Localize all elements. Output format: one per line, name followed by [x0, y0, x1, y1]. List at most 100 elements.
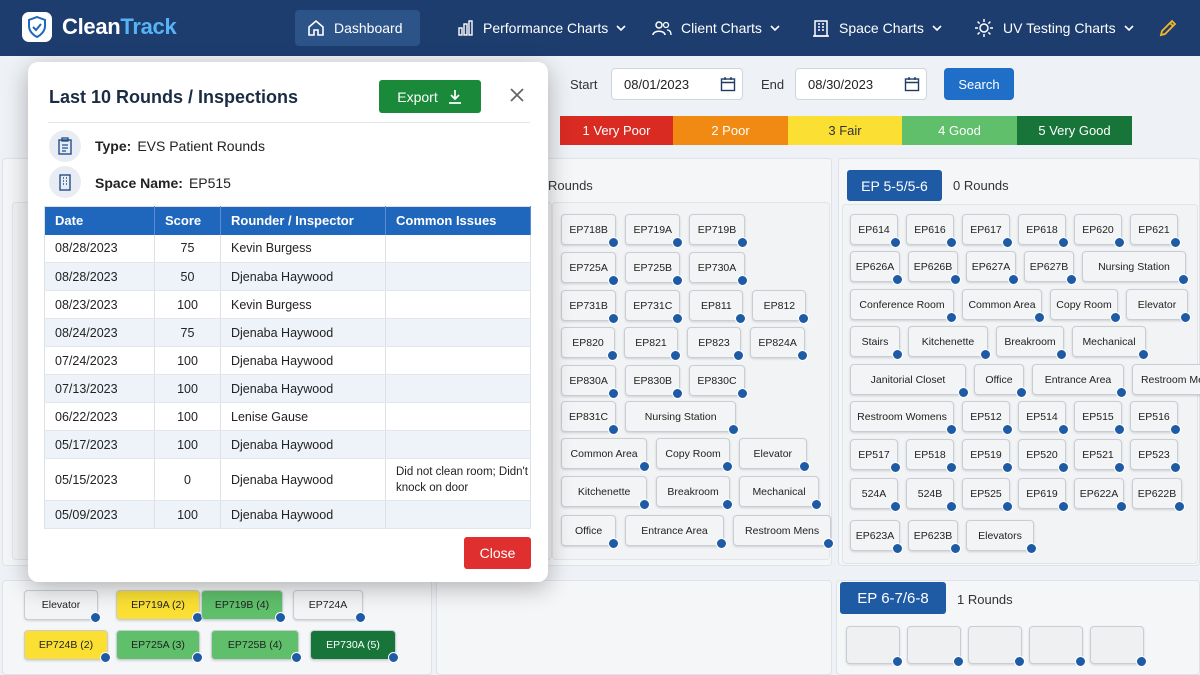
room-chip[interactable]: EP514: [1018, 401, 1069, 435]
room-chip[interactable]: Copy Room: [1050, 289, 1121, 323]
room-chip[interactable]: EP821: [624, 327, 681, 361]
col-inspector[interactable]: Rounder / Inspector: [220, 206, 386, 235]
empty-room-tile[interactable]: [1029, 626, 1086, 667]
room-chip[interactable]: Elevator: [739, 438, 810, 472]
room-chip[interactable]: EP627B: [1024, 251, 1077, 285]
col-issues[interactable]: Common Issues: [385, 206, 531, 235]
room-chip[interactable]: Breakroom: [656, 476, 733, 510]
room-chip[interactable]: EP614: [850, 214, 901, 248]
room-chip[interactable]: EP812: [752, 290, 810, 324]
room-chip[interactable]: EP731B: [561, 290, 620, 324]
room-chip[interactable]: Nursing Station: [1082, 251, 1189, 285]
room-chip[interactable]: EP623A: [850, 520, 903, 554]
room-chip[interactable]: Office: [561, 515, 620, 549]
room-chip[interactable]: EP523: [1130, 439, 1181, 473]
room-chip[interactable]: EP731C: [625, 290, 684, 324]
room-chip[interactable]: EP626A: [850, 251, 903, 285]
room-chip[interactable]: EP831C: [561, 401, 620, 435]
rated-room-chip[interactable]: EP725A (3): [116, 630, 203, 663]
end-date-input[interactable]: 08/30/2023: [795, 68, 927, 100]
table-row[interactable]: 06/22/2023 100 Lenise Gause: [44, 402, 531, 431]
room-chip[interactable]: EP516: [1130, 401, 1181, 435]
table-row[interactable]: 05/09/2023 100 Djenaba Haywood: [44, 500, 531, 529]
room-chip[interactable]: Janitorial Closet: [850, 364, 969, 398]
room-chip[interactable]: Entrance Area: [625, 515, 727, 549]
room-chip[interactable]: Mechanical: [1072, 326, 1149, 360]
close-button[interactable]: Close: [464, 537, 531, 569]
room-chip[interactable]: Kitchenette: [561, 476, 651, 510]
rated-room-chip[interactable]: EP725B (4): [211, 630, 302, 663]
room-chip[interactable]: EP622A: [1074, 478, 1127, 512]
room-chip[interactable]: EP517: [850, 439, 901, 473]
table-row[interactable]: 07/13/2023 100 Djenaba Haywood: [44, 374, 531, 403]
export-button[interactable]: Export: [379, 80, 481, 113]
room-chip[interactable]: EP719B: [689, 214, 748, 248]
ep55-tag[interactable]: EP 5-5/5-6: [847, 170, 942, 201]
empty-room-tile[interactable]: [907, 626, 964, 667]
table-row[interactable]: 08/28/2023 75 Kevin Burgess: [44, 234, 531, 263]
room-chip[interactable]: EP520: [1018, 439, 1069, 473]
room-chip[interactable]: EP622B: [1132, 478, 1185, 512]
room-chip[interactable]: EP618: [1018, 214, 1069, 248]
empty-room-tile[interactable]: [1090, 626, 1147, 667]
ep67-tag[interactable]: EP 6-7/6-8: [840, 582, 946, 614]
room-chip[interactable]: Restroom Mens: [1132, 364, 1200, 395]
rated-room-chip[interactable]: EP719A (2): [116, 590, 203, 623]
calendar-icon[interactable]: [904, 76, 920, 92]
table-row[interactable]: 08/28/2023 50 Djenaba Haywood: [44, 262, 531, 291]
room-chip[interactable]: EP824A: [750, 327, 809, 361]
room-chip[interactable]: EP623B: [908, 520, 961, 554]
table-row[interactable]: 08/23/2023 100 Kevin Burgess: [44, 290, 531, 319]
room-chip[interactable]: EP718B: [561, 214, 620, 248]
room-chip[interactable]: EP725B: [625, 252, 684, 286]
empty-room-tile[interactable]: [968, 626, 1025, 667]
app-logo[interactable]: CleanTrack: [22, 12, 177, 42]
room-chip[interactable]: Elevators: [966, 520, 1037, 554]
room-chip[interactable]: Mechanical: [739, 476, 822, 510]
close-icon[interactable]: [509, 87, 525, 103]
nav-dashboard[interactable]: Dashboard: [295, 10, 420, 46]
room-chip[interactable]: EP830A: [561, 365, 620, 399]
search-button[interactable]: Search: [944, 68, 1014, 100]
room-chip[interactable]: EP730A: [689, 252, 748, 286]
room-chip[interactable]: EP521: [1074, 439, 1125, 473]
room-chip[interactable]: Restroom Mens: [732, 515, 834, 549]
room-chip[interactable]: EP616: [906, 214, 957, 248]
room-chip[interactable]: EP620: [1074, 214, 1125, 248]
room-chip[interactable]: EP725A: [561, 252, 620, 286]
room-chip[interactable]: Entrance Area: [1032, 364, 1127, 398]
room-chip[interactable]: Common Area: [962, 289, 1045, 323]
room-chip[interactable]: EP525: [962, 478, 1013, 512]
room-chip[interactable]: EP518: [906, 439, 957, 473]
nav-space-charts[interactable]: Space Charts: [800, 10, 954, 46]
room-chip[interactable]: 524A: [850, 478, 901, 512]
room-chip[interactable]: EP617: [962, 214, 1013, 248]
nav-uv-testing-charts[interactable]: UV Testing Charts: [962, 10, 1146, 46]
room-chip[interactable]: Restroom Womens: [850, 401, 957, 435]
nav-client-charts[interactable]: Client Charts: [640, 10, 792, 46]
room-chip[interactable]: EP519: [962, 439, 1013, 473]
room-chip[interactable]: EP627A: [966, 251, 1019, 285]
room-chip[interactable]: EP515: [1074, 401, 1125, 435]
table-row[interactable]: 05/15/2023 0 Djenaba Haywood Did not clean …: [44, 458, 531, 501]
room-chip[interactable]: Office: [974, 364, 1027, 398]
table-row[interactable]: 08/24/2023 75 Djenaba Haywood: [44, 318, 531, 347]
nav-performance-charts[interactable]: Performance Charts: [446, 10, 638, 46]
start-date-input[interactable]: 08/01/2023: [611, 68, 743, 100]
rated-room-chip[interactable]: EP724A: [293, 590, 366, 623]
col-score[interactable]: Score: [154, 206, 221, 235]
rated-room-chip[interactable]: Elevator: [24, 590, 101, 623]
table-row[interactable]: 07/24/2023 100 Djenaba Haywood: [44, 346, 531, 375]
room-chip[interactable]: Copy Room: [656, 438, 733, 472]
calendar-icon[interactable]: [720, 76, 736, 92]
room-chip[interactable]: EP621: [1130, 214, 1181, 248]
room-chip[interactable]: Elevator: [1126, 289, 1191, 323]
room-chip[interactable]: EP719A: [625, 214, 684, 248]
room-chip[interactable]: Kitchenette: [908, 326, 991, 360]
room-chip[interactable]: 524B: [906, 478, 957, 512]
rated-room-chip[interactable]: EP724B (2): [24, 630, 111, 663]
room-chip[interactable]: Breakroom: [996, 326, 1067, 360]
pencil-icon[interactable]: [1158, 18, 1178, 38]
room-chip[interactable]: EP619: [1018, 478, 1069, 512]
room-chip[interactable]: EP512: [962, 401, 1013, 435]
